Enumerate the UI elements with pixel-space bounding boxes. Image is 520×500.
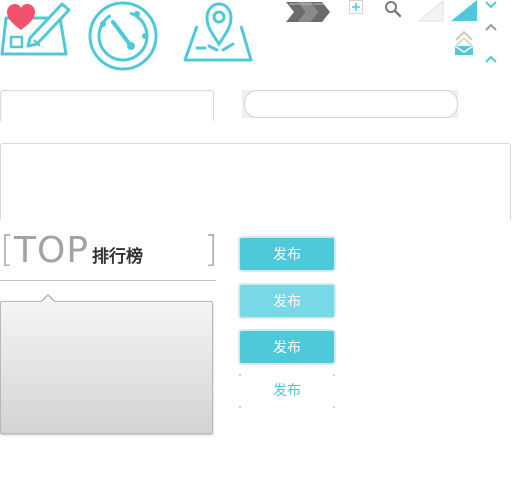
publish-button-hover[interactable]: 发布 — [239, 284, 335, 318]
search-field[interactable] — [244, 90, 458, 118]
chevron-up-icon[interactable] — [484, 54, 498, 64]
chevron-up-icon[interactable] — [484, 22, 498, 32]
panel-box — [0, 90, 214, 121]
heart-icon — [6, 4, 36, 32]
map-pin-icon[interactable] — [183, 0, 255, 64]
chevron-down-icon[interactable] — [484, 0, 498, 10]
content-panel — [0, 143, 511, 220]
publish-button-active[interactable]: 发布 — [239, 330, 335, 364]
dropdown-panel — [0, 301, 213, 434]
heading-rank: 排行榜 — [92, 247, 143, 267]
envelope-icon[interactable] — [452, 30, 476, 56]
corner-triangle-icon — [418, 0, 444, 22]
ranking-heading: [ TOP 排行榜 ] — [0, 229, 219, 281]
gauge-icon[interactable] — [87, 0, 159, 72]
heading-top: TOP — [14, 230, 90, 271]
corner-accent-icon — [450, 0, 478, 22]
bracket-left: [ — [0, 229, 15, 270]
dropdown-caret-fill — [41, 296, 55, 303]
search-icon[interactable] — [384, 0, 402, 18]
publish-button[interactable]: 发布 — [239, 237, 335, 271]
chevron-stripe-icon — [286, 0, 332, 24]
bracket-right: ] — [204, 229, 219, 270]
publish-button-plain[interactable]: 发布 — [239, 374, 335, 408]
plus-icon[interactable] — [349, 0, 363, 14]
